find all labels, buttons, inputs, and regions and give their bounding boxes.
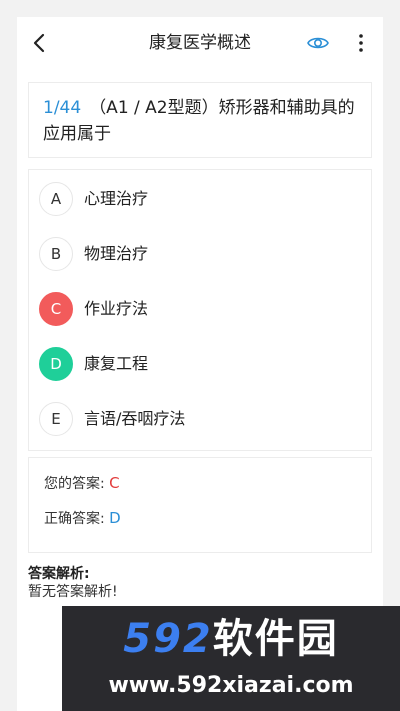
option-d[interactable]: D 康复工程	[39, 347, 359, 387]
option-text: 康复工程	[84, 354, 149, 373]
option-letter: B	[39, 237, 73, 271]
watermark-url: www.592xiazai.com	[108, 673, 354, 698]
correct-answer-value: D	[109, 509, 121, 527]
analysis-text: 暂无答案解析!	[28, 584, 118, 600]
your-answer-value: C	[109, 474, 120, 492]
option-text: 物理治疗	[84, 244, 149, 263]
screen: 康复医学概述 1/44 （A1 / A2型题）矫形器和辅助具的应用属于 A 心理治…	[0, 0, 400, 711]
option-text: 言语/吞咽疗法	[84, 409, 186, 428]
back-arrow-icon[interactable]	[25, 29, 53, 57]
eye-icon[interactable]	[306, 31, 330, 55]
watermark-brand: 592软件园	[62, 614, 400, 664]
correct-answer-label: 正确答案:	[44, 511, 105, 527]
option-b[interactable]: B 物理治疗	[39, 237, 359, 277]
more-vertical-icon[interactable]	[351, 31, 371, 55]
your-answer-label: 您的答案:	[44, 476, 105, 492]
analysis-title: 答案解析:	[28, 566, 90, 582]
question-box: 1/44 （A1 / A2型题）矫形器和辅助具的应用属于	[28, 82, 372, 158]
watermark-number: 592	[123, 616, 213, 662]
option-letter: E	[39, 402, 73, 436]
option-a[interactable]: A 心理治疗	[39, 182, 359, 222]
watermark-logo: 592软件园 www.592xiazai.com	[62, 606, 400, 711]
your-answer-row: 您的答案: C	[44, 471, 120, 495]
question-text: （A1 / A2型题）矫形器和辅助具的应用属于	[43, 98, 355, 144]
answer-box: 您的答案: C 正确答案: D	[28, 457, 372, 553]
header-bar: 康复医学概述	[17, 17, 383, 69]
options-list: A 心理治疗 B 物理治疗 C 作业疗法 D 康复工程 E 言语/吞咽疗法	[28, 169, 372, 451]
option-c[interactable]: C 作业疗法	[39, 292, 359, 332]
option-text: 心理治疗	[84, 189, 149, 208]
option-e[interactable]: E 言语/吞咽疗法	[39, 402, 359, 442]
option-letter: C	[39, 292, 73, 326]
option-letter: A	[39, 182, 73, 216]
watermark-brand-text: 软件园	[212, 616, 339, 662]
correct-answer-row: 正确答案: D	[44, 506, 121, 530]
option-text: 作业疗法	[84, 299, 149, 318]
option-letter: D	[39, 347, 73, 381]
question-number: 1/44	[43, 98, 82, 118]
